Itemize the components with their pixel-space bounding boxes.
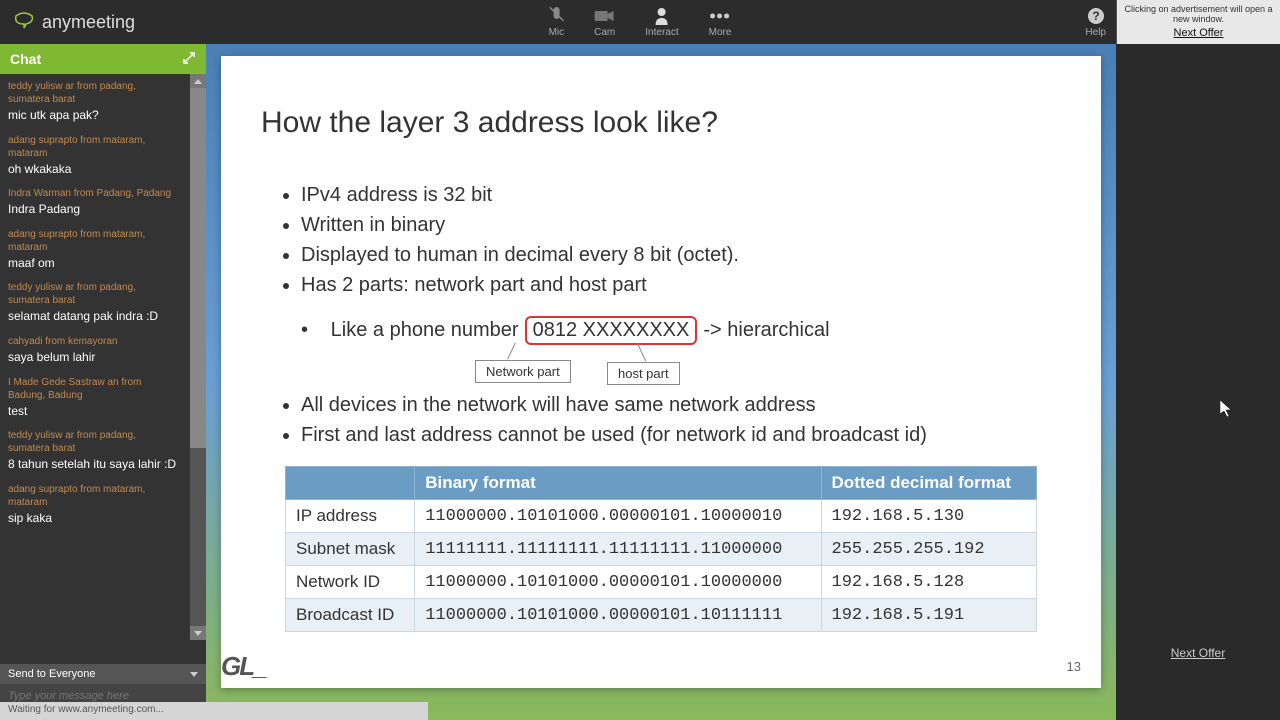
table-header: Binary format (415, 467, 821, 500)
chat-message: cahyadi from kemayoransaya belum lahir (8, 335, 196, 366)
interact-icon (654, 7, 670, 25)
help-icon: ? (1087, 7, 1105, 25)
chat-header: Chat (0, 44, 206, 74)
table-row: Subnet mask 11111111.11111111.11111111.1… (286, 533, 1037, 566)
cam-icon (595, 7, 615, 25)
chat-messages: teddy yulisw ar from padang, sumatera ba… (0, 74, 206, 664)
mic-icon (549, 7, 563, 25)
help-button[interactable]: ? Help (1085, 7, 1106, 38)
interact-button[interactable]: Interact (645, 7, 678, 38)
chevron-down-icon (190, 672, 198, 677)
chat-message: adang suprapto from mataram, matarammaaf… (8, 228, 196, 272)
slide-title: How the layer 3 address look like? (261, 106, 1061, 140)
status-bar: Waiting for www.anymeeting.com... (0, 702, 428, 720)
bullet: Written in binary (301, 210, 1061, 240)
table-header: Dotted decimal format (821, 467, 1036, 500)
scroll-down-button[interactable] (190, 626, 206, 640)
chat-message: teddy yulisw ar from padang, sumatera ba… (8, 80, 196, 124)
chat-message: teddy yulisw ar from padang, sumatera ba… (8, 429, 196, 473)
mic-button[interactable]: Mic (549, 7, 565, 38)
chat-message: Indra Warman from Padang, PadangIndra Pa… (8, 187, 196, 218)
slide: How the layer 3 address look like? IPv4 … (221, 56, 1101, 688)
top-bar: anymeeting Mic Cam Interact More (0, 0, 1280, 44)
table-row: Broadcast ID 11000000.10101000.00000101.… (286, 599, 1037, 632)
send-to-dropdown[interactable]: Send to Everyone (0, 664, 206, 684)
bullet-list: All devices in the network will have sam… (301, 390, 1061, 450)
presentation-area: How the layer 3 address look like? IPv4 … (206, 44, 1116, 720)
bullet: First and last address cannot be used (f… (301, 420, 1061, 450)
ip-table: Binary format Dotted decimal format IP a… (285, 466, 1037, 632)
chat-message: I Made Gede Sastraw an from Badung, Badu… (8, 376, 196, 420)
bullet: Has 2 parts: network part and host part (301, 270, 1061, 300)
right-ad-panel: Next Offer (1116, 44, 1280, 720)
scroll-up-button[interactable] (190, 74, 206, 88)
network-part-label: Network part (475, 360, 571, 383)
cam-button[interactable]: Cam (594, 7, 615, 38)
host-part-label: host part (607, 362, 680, 385)
bullet: Displayed to human in decimal every 8 bi… (301, 240, 1061, 270)
next-offer-link[interactable]: Next Offer (1117, 27, 1280, 39)
bullet: All devices in the network will have sam… (301, 390, 1061, 420)
chat-title: Chat (10, 51, 41, 67)
phone-example: • Like a phone number 0812 XXXXXXXX -> h… (301, 316, 1061, 386)
logo-icon (12, 12, 36, 32)
slide-number: 13 (1067, 659, 1081, 674)
bullet: IPv4 address is 32 bit (301, 180, 1061, 210)
chat-popout-icon[interactable] (182, 51, 196, 68)
chat-message: teddy yulisw ar from padang, sumatera ba… (8, 281, 196, 325)
chat-message: adang suprapto from mataram, mataramsip … (8, 483, 196, 527)
bullet-list: IPv4 address is 32 bit Written in binary… (301, 180, 1061, 300)
slide-logo: GL_ (221, 651, 266, 682)
table-row: Network ID 11000000.10101000.00000101.10… (286, 566, 1037, 599)
svg-text:?: ? (1092, 9, 1099, 23)
app-logo: anymeeting (0, 12, 147, 33)
ad-notice: Clicking on advertisement will open a ne… (1117, 4, 1280, 24)
table-header (286, 467, 415, 500)
scroll-thumb[interactable] (190, 88, 206, 448)
ad-panel: Clicking on advertisement will open a ne… (1116, 0, 1280, 44)
next-offer-link-bottom[interactable]: Next Offer (1171, 646, 1225, 660)
more-button[interactable]: More (709, 7, 732, 38)
chat-scrollbar[interactable] (190, 74, 206, 640)
table-row: IP address 11000000.10101000.00000101.10… (286, 500, 1037, 533)
app-name: anymeeting (42, 12, 135, 33)
more-icon (710, 7, 730, 25)
phone-highlight: 0812 XXXXXXXX (525, 316, 698, 345)
chat-panel: Chat teddy yulisw ar from padang, sumate… (0, 44, 206, 720)
chat-message: adang suprapto from mataram, mataramoh w… (8, 134, 196, 178)
